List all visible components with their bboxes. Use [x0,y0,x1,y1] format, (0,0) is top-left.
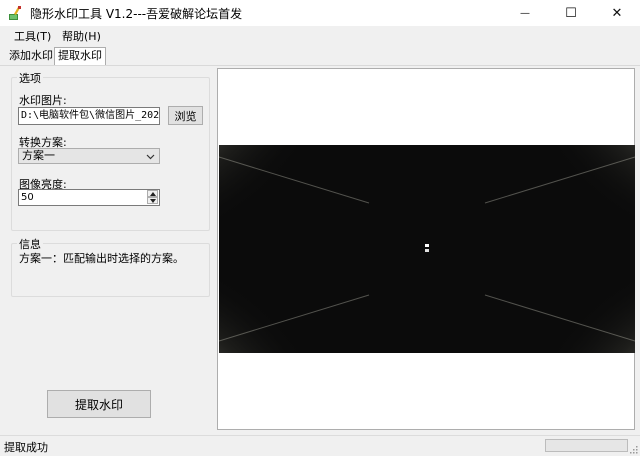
tab-extract-watermark[interactable]: 提取水印 [54,47,106,65]
menu-tools[interactable]: 工具(T) [14,28,51,44]
browse-button[interactable]: 浏览 [168,106,203,125]
watermark-image-path-input[interactable]: D:\电脑软件包\微信图片_2023 [18,107,160,125]
watermark-preview-panel [217,68,635,430]
tab-add-watermark[interactable]: 添加水印 [6,48,56,65]
app-icon [9,6,21,20]
brightness-value: 50 [21,192,34,203]
status-text: 提取成功 [4,441,48,454]
arrow-up-icon [149,191,156,196]
maximize-icon: ☐ [565,5,577,21]
scheme-select-value: 方案一 [22,149,55,162]
options-group-label: 选项 [17,70,43,86]
maximize-button[interactable]: ☐ [548,0,594,26]
window-title: 隐形水印工具 V1.2---吾爱破解论坛首发 [30,7,243,21]
minimize-icon: — [520,7,530,19]
chevron-down-icon [146,154,155,160]
fft-spectrum-image [219,145,635,353]
info-text: 方案一：匹配输出时选择的方案。 [19,252,184,265]
status-bar: 提取成功 [0,435,640,456]
menu-bar: 工具(T) 帮助(H) [0,26,640,45]
close-button[interactable]: ✕ [594,0,640,26]
resize-grip-icon[interactable] [629,445,638,454]
brightness-spinbox[interactable]: 50 [18,189,160,206]
options-group: 选项 水印图片: D:\电脑软件包\微信图片_2023 浏览 转换方案: 方案一… [11,70,210,231]
progress-bar [545,439,628,452]
spin-down-button[interactable] [147,197,158,204]
scheme-select[interactable]: 方案一 [18,148,160,164]
minimize-button[interactable]: — [502,0,548,26]
arrow-down-icon [149,198,156,203]
tab-strip: 添加水印 提取水印 [0,45,640,66]
extract-watermark-button[interactable]: 提取水印 [47,390,151,418]
close-icon: ✕ [611,5,623,21]
watermark-image-label: 水印图片: [19,94,67,107]
spin-up-button[interactable] [147,190,158,197]
tab-divider [0,65,640,66]
menu-help[interactable]: 帮助(H) [62,28,101,44]
title-bar[interactable]: 隐形水印工具 V1.2---吾爱破解论坛首发 — ☐ ✕ [0,0,640,26]
info-group: 信息 方案一：匹配输出时选择的方案。 [11,236,210,297]
